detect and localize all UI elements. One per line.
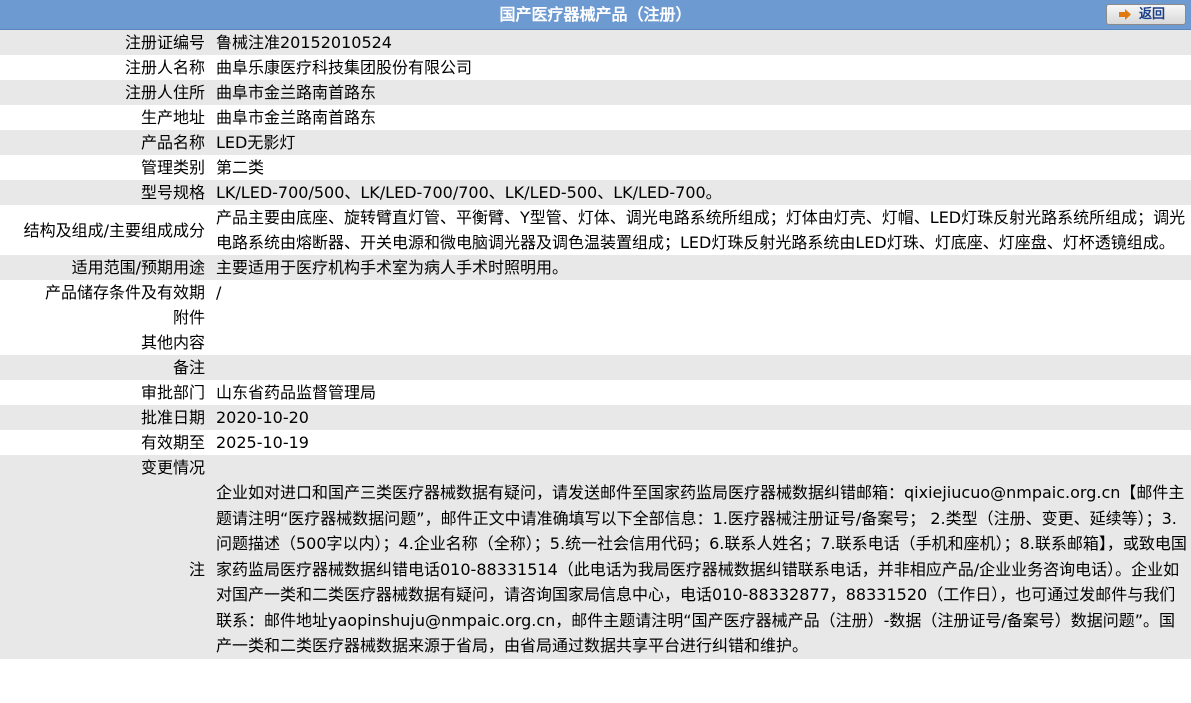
- detail-table: 注册证编号 鲁械注准20152010524 注册人名称 曲阜乐康医疗科技集团股份…: [0, 30, 1191, 659]
- row-product-name: 产品名称 LED无影灯: [0, 130, 1191, 155]
- field-value: 2025-10-19: [212, 430, 1191, 455]
- row-storage-validity: 产品储存条件及有效期 /: [0, 280, 1191, 305]
- field-value: 第二类: [212, 155, 1191, 180]
- field-value: [212, 355, 1191, 380]
- field-label: 审批部门: [0, 380, 212, 405]
- field-label: 批准日期: [0, 405, 212, 430]
- note-label: 注: [0, 480, 212, 659]
- row-model-spec: 型号规格 LK/LED-700/500、LK/LED-700/700、LK/LE…: [0, 180, 1191, 205]
- row-other-content: 其他内容: [0, 330, 1191, 355]
- row-registrant-name: 注册人名称 曲阜乐康医疗科技集团股份有限公司: [0, 55, 1191, 80]
- field-value: 曲阜市金兰路南首路东: [212, 80, 1191, 105]
- field-label: 管理类别: [0, 155, 212, 180]
- field-label: 附件: [0, 305, 212, 330]
- row-management-category: 管理类别 第二类: [0, 155, 1191, 180]
- field-label: 注册证编号: [0, 30, 212, 55]
- field-value: LK/LED-700/500、LK/LED-700/700、LK/LED-500…: [212, 180, 1191, 205]
- field-value: [212, 330, 1191, 355]
- field-label: 生产地址: [0, 105, 212, 130]
- row-note: 注 企业如对进口和国产三类医疗器械数据有疑问，请发送邮件至国家药监局医疗器械数据…: [0, 480, 1191, 659]
- note-text: 企业如对进口和国产三类医疗器械数据有疑问，请发送邮件至国家药监局医疗器械数据纠错…: [212, 480, 1191, 659]
- field-value: 曲阜乐康医疗科技集团股份有限公司: [212, 55, 1191, 80]
- row-production-address: 生产地址 曲阜市金兰路南首路东: [0, 105, 1191, 130]
- row-approval-department: 审批部门 山东省药品监督管理局: [0, 380, 1191, 405]
- field-value: 鲁械注准20152010524: [212, 30, 1191, 55]
- field-value: 主要适用于医疗机构手术室为病人手术时照明用。: [212, 255, 1191, 280]
- field-label: 注册人名称: [0, 55, 212, 80]
- arrow-right-icon: [1119, 9, 1131, 20]
- field-label: 其他内容: [0, 330, 212, 355]
- field-label: 备注: [0, 355, 212, 380]
- field-value: [212, 455, 1191, 480]
- field-label: 适用范围/预期用途: [0, 255, 212, 280]
- field-value: 产品主要由底座、旋转臂直灯管、平衡臂、Y型管、灯体、调光电路系统所组成；灯体由灯…: [212, 205, 1191, 255]
- field-label: 产品名称: [0, 130, 212, 155]
- page-header: 国产医疗器械产品（注册） 返回: [0, 0, 1191, 30]
- row-valid-until: 有效期至 2025-10-19: [0, 430, 1191, 455]
- field-label: 结构及组成/主要组成成分: [0, 205, 212, 255]
- field-value: 2020-10-20: [212, 405, 1191, 430]
- page-title: 国产医疗器械产品（注册）: [499, 5, 692, 24]
- field-label: 变更情况: [0, 455, 212, 480]
- row-approval-date: 批准日期 2020-10-20: [0, 405, 1191, 430]
- field-value: /: [212, 280, 1191, 305]
- field-label: 产品储存条件及有效期: [0, 280, 212, 305]
- row-attachment: 附件: [0, 305, 1191, 330]
- row-registrant-address: 注册人住所 曲阜市金兰路南首路东: [0, 80, 1191, 105]
- back-button-label: 返回: [1139, 7, 1166, 22]
- row-changes: 变更情况: [0, 455, 1191, 480]
- row-intended-use: 适用范围/预期用途 主要适用于医疗机构手术室为病人手术时照明用。: [0, 255, 1191, 280]
- back-button[interactable]: 返回: [1106, 4, 1186, 25]
- field-value: 曲阜市金兰路南首路东: [212, 105, 1191, 130]
- field-label: 型号规格: [0, 180, 212, 205]
- field-label: 有效期至: [0, 430, 212, 455]
- row-structure-composition: 结构及组成/主要组成成分 产品主要由底座、旋转臂直灯管、平衡臂、Y型管、灯体、调…: [0, 205, 1191, 255]
- field-value: LED无影灯: [212, 130, 1191, 155]
- field-label: 注册人住所: [0, 80, 212, 105]
- field-value: 山东省药品监督管理局: [212, 380, 1191, 405]
- row-remarks: 备注: [0, 355, 1191, 380]
- field-value: [212, 305, 1191, 330]
- row-registration-number: 注册证编号 鲁械注准20152010524: [0, 30, 1191, 55]
